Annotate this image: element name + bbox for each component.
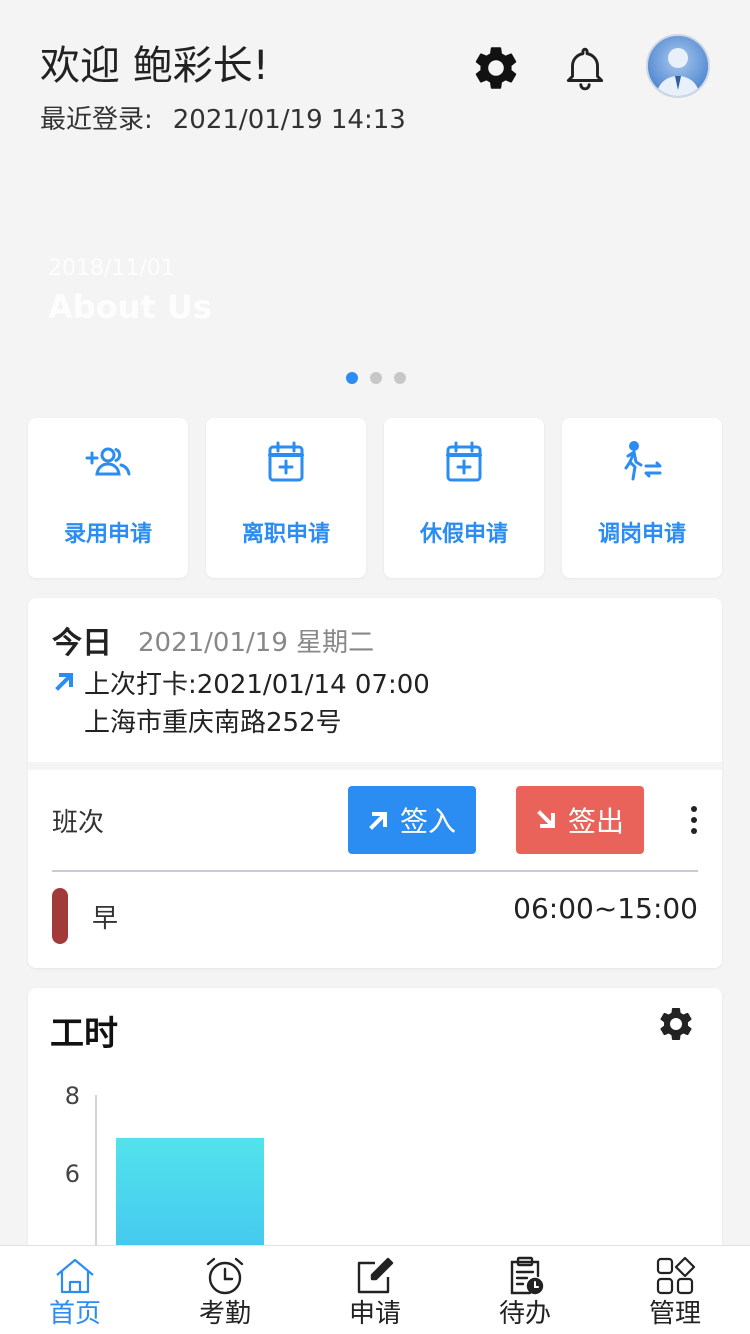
work-hours-card: 工时 6 8 xyxy=(28,988,722,1288)
y-tick-label: 6 xyxy=(65,1160,80,1188)
last-login-label: 最近登录: xyxy=(40,105,153,135)
resignation-application-tile[interactable]: 离职申请 xyxy=(206,418,366,578)
tab-manage[interactable]: 管理 xyxy=(600,1246,750,1334)
arrow-up-right-icon xyxy=(369,812,387,830)
leave-application-tile[interactable]: 休假申请 xyxy=(384,418,544,578)
last-login: 最近登录: 2021/01/19 14:13 xyxy=(40,102,406,138)
grid-icon xyxy=(653,1254,697,1298)
last-punch: 上次打卡:2021/01/14 07:00 xyxy=(84,670,430,700)
clipboard-clock-icon xyxy=(503,1254,547,1298)
y-tick-label: 8 xyxy=(65,1082,80,1110)
tile-label: 录用申请 xyxy=(63,522,152,547)
carousel-dots xyxy=(346,372,406,384)
bottom-tab-bar: 首页 考勤 申请 待办 管理 xyxy=(0,1245,750,1334)
add-user-icon xyxy=(84,438,132,486)
tab-apply[interactable]: 申请 xyxy=(300,1246,450,1334)
settings-button[interactable] xyxy=(468,40,524,96)
tab-label: 管理 xyxy=(648,1299,701,1329)
shift-time: 06:00~15:00 xyxy=(513,892,698,925)
more-options-button[interactable] xyxy=(684,804,704,836)
tab-home[interactable]: 首页 xyxy=(0,1246,150,1334)
shift-label: 班次 xyxy=(52,808,105,838)
last-login-time: 2021/01/19 14:13 xyxy=(172,105,406,135)
tab-label: 首页 xyxy=(48,1299,101,1329)
tab-todo[interactable]: 待办 xyxy=(450,1246,600,1334)
transfer-application-tile[interactable]: 调岗申请 xyxy=(562,418,722,578)
alarm-clock-icon xyxy=(203,1254,247,1298)
more-dot xyxy=(691,828,697,834)
home-icon xyxy=(53,1254,97,1298)
check-in-button[interactable]: 签入 xyxy=(348,786,476,854)
calendar-plus-icon xyxy=(440,438,488,486)
check-out-button[interactable]: 签出 xyxy=(516,786,644,854)
divider xyxy=(28,762,722,770)
quick-actions: 录用申请 离职申请 休假申请 调岗申请 xyxy=(28,418,722,578)
welcome-title: 欢迎 鲍彩长! xyxy=(40,43,269,89)
carousel-dot-2[interactable] xyxy=(370,372,382,384)
tile-label: 调岗申请 xyxy=(597,522,686,547)
tab-label: 申请 xyxy=(348,1299,401,1329)
carousel-dot-1[interactable] xyxy=(346,372,358,384)
hire-application-tile[interactable]: 录用申请 xyxy=(28,418,188,578)
check-out-label: 签出 xyxy=(567,805,624,838)
today-date: 2021/01/19 星期二 xyxy=(138,628,375,658)
tab-label: 待办 xyxy=(498,1299,551,1329)
banner-date: 2018/11/01 xyxy=(48,256,175,281)
gear-icon xyxy=(475,47,517,89)
today-label: 今日 xyxy=(52,626,112,661)
punch-address: 上海市重庆南路252号 xyxy=(84,708,342,738)
attendance-card: 今日 2021/01/19 星期二 上次打卡:2021/01/14 07:00 … xyxy=(28,598,722,968)
walk-transfer-icon xyxy=(618,438,666,486)
notifications-button[interactable] xyxy=(557,40,613,96)
more-dot xyxy=(691,817,697,823)
avatar[interactable] xyxy=(646,34,710,98)
shift-name: 早 xyxy=(92,904,119,934)
more-dot xyxy=(691,806,697,812)
tile-label: 离职申请 xyxy=(241,522,330,547)
tab-label: 考勤 xyxy=(198,1299,251,1329)
edit-icon xyxy=(353,1254,397,1298)
tab-attendance[interactable]: 考勤 xyxy=(150,1246,300,1334)
check-in-label: 签入 xyxy=(399,805,456,838)
banner-title: About Us xyxy=(48,288,212,326)
tile-label: 休假申请 xyxy=(419,522,508,547)
user-avatar-icon xyxy=(648,36,708,96)
carousel-dot-3[interactable] xyxy=(394,372,406,384)
arrow-down-right-icon xyxy=(537,810,555,828)
shift-color-indicator xyxy=(52,888,68,944)
bell-icon xyxy=(566,47,604,91)
calendar-plus-icon xyxy=(262,438,310,486)
banner-carousel[interactable]: 2018/11/01 About Us xyxy=(0,150,750,405)
header: 欢迎 鲍彩长! 最近登录: 2021/01/19 14:13 xyxy=(0,0,750,150)
arrow-up-right-icon xyxy=(55,673,73,691)
gear-icon[interactable] xyxy=(656,1004,696,1044)
separator-line xyxy=(52,870,698,872)
work-hours-title: 工时 xyxy=(50,1014,118,1054)
